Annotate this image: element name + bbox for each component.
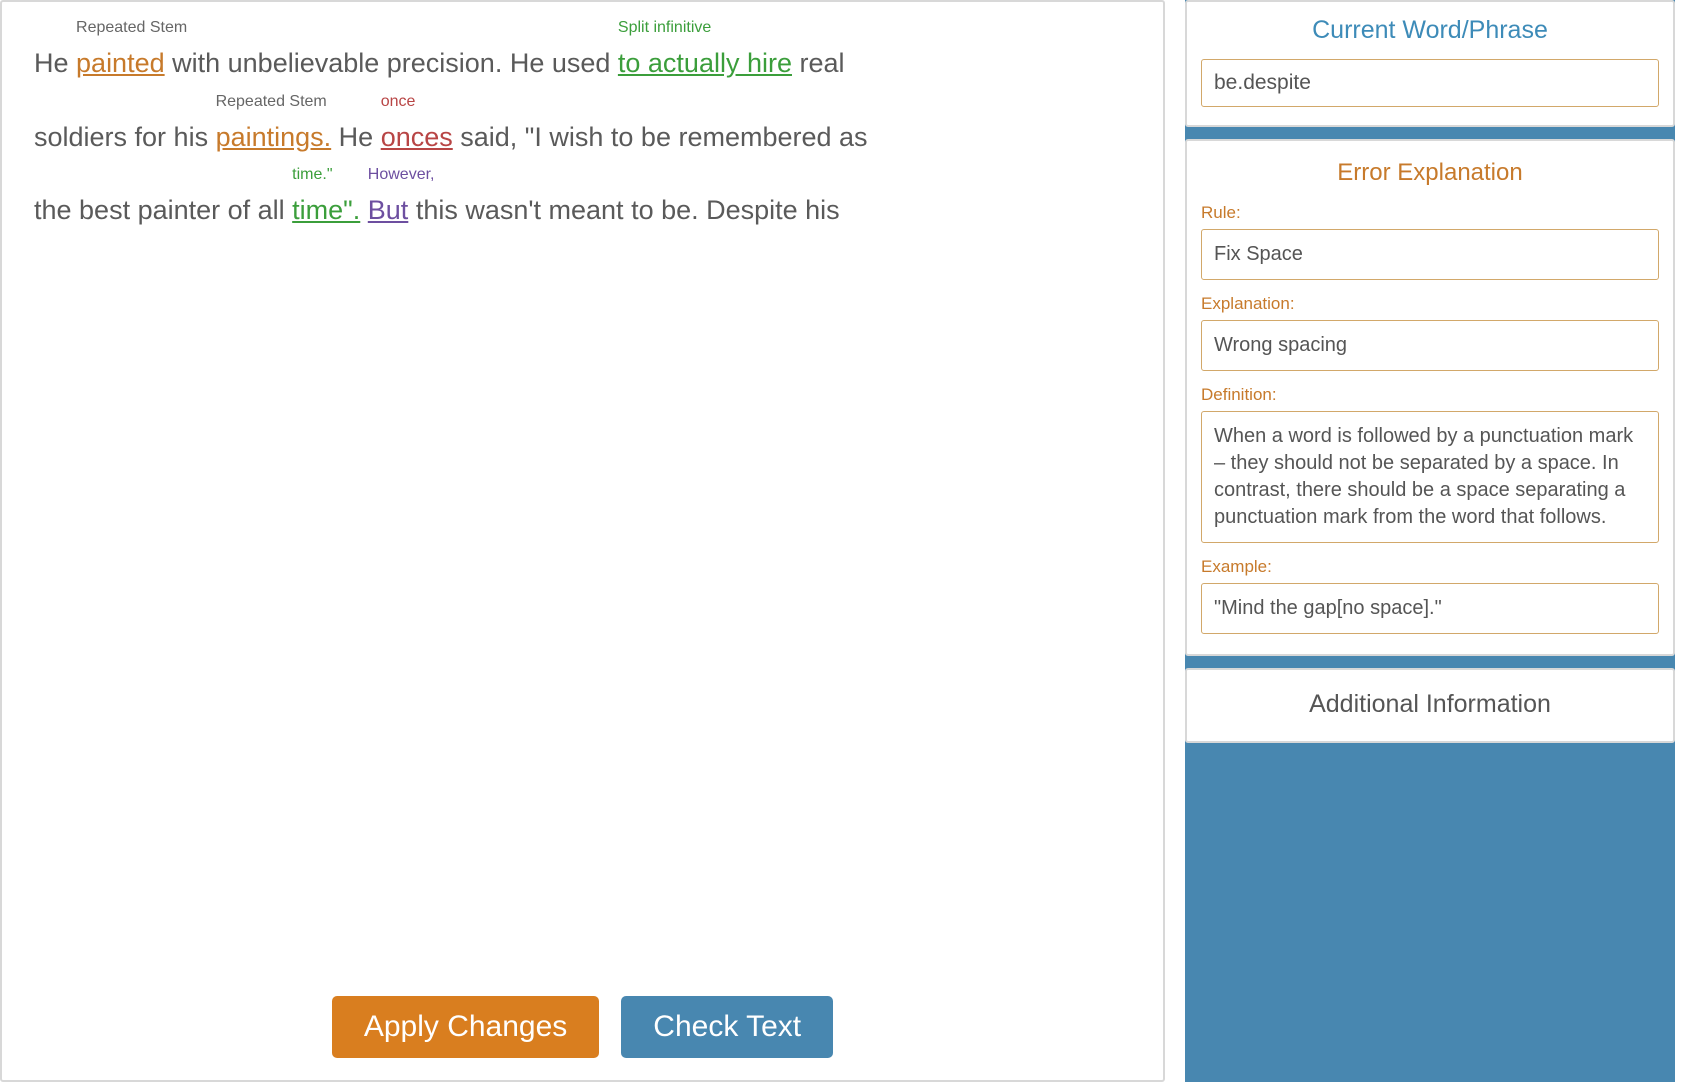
text-line-2: soldiers for his Repeated Stempaintings.… bbox=[34, 104, 1131, 172]
editor-text-area[interactable]: He Repeated Stempainted with unbelievabl… bbox=[34, 30, 1131, 996]
sidebar: Current Word/Phrase Error Explanation Ru… bbox=[1185, 0, 1675, 1082]
current-word-panel: Current Word/Phrase bbox=[1185, 0, 1675, 127]
word-text: But bbox=[368, 195, 409, 225]
additional-info-title: Additional Information bbox=[1201, 690, 1659, 719]
text-line-3: the best painter of all time."time". How… bbox=[34, 177, 1131, 245]
explanation-label: Explanation: bbox=[1201, 294, 1659, 314]
marked-word-split-infinitive[interactable]: Split infinitiveto actually hire bbox=[618, 30, 792, 98]
definition-value: When a word is followed by a punctuation… bbox=[1201, 411, 1659, 543]
annotation-repeated-stem: Repeated Stem bbox=[76, 8, 187, 48]
text-segment: soldiers for his bbox=[34, 122, 216, 152]
apply-changes-button[interactable]: Apply Changes bbox=[332, 996, 599, 1058]
word-text: to actually hire bbox=[618, 48, 792, 78]
error-explanation-title: Error Explanation bbox=[1201, 159, 1659, 187]
editor-button-row: Apply Changes Check Text bbox=[34, 996, 1131, 1058]
current-word-input[interactable] bbox=[1201, 59, 1659, 107]
text-line-1: He Repeated Stempainted with unbelievabl… bbox=[34, 30, 1131, 98]
current-word-title: Current Word/Phrase bbox=[1201, 16, 1659, 45]
rule-label: Rule: bbox=[1201, 203, 1659, 223]
annotation-however: However, bbox=[368, 155, 435, 195]
text-segment: this wasn't meant to be. Despite his bbox=[408, 195, 839, 225]
marked-word-time[interactable]: time."time". bbox=[292, 177, 360, 245]
marked-word-painted[interactable]: Repeated Stempainted bbox=[76, 30, 165, 98]
text-segment: real bbox=[792, 48, 845, 78]
word-text: onces bbox=[381, 122, 453, 152]
rule-value: Fix Space bbox=[1201, 229, 1659, 280]
word-text: paintings. bbox=[216, 122, 332, 152]
word-text: time". bbox=[292, 195, 360, 225]
annotation-repeated-stem: Repeated Stem bbox=[216, 82, 327, 122]
text-segment: with unbelievable precision. He used bbox=[165, 48, 618, 78]
additional-info-panel[interactable]: Additional Information bbox=[1185, 668, 1675, 743]
text-segment: He bbox=[331, 122, 381, 152]
error-explanation-panel: Error Explanation Rule: Fix Space Explan… bbox=[1185, 139, 1675, 656]
marked-word-but[interactable]: However,But bbox=[368, 177, 409, 245]
explanation-value: Wrong spacing bbox=[1201, 320, 1659, 371]
example-label: Example: bbox=[1201, 557, 1659, 577]
annotation-once: once bbox=[381, 82, 416, 122]
text-segment: He bbox=[34, 48, 76, 78]
word-text: painted bbox=[76, 48, 165, 78]
annotation-split-infinitive: Split infinitive bbox=[618, 8, 711, 48]
text-segment: said, "I wish to be remembered as bbox=[453, 122, 868, 152]
editor-panel: He Repeated Stempainted with unbelievabl… bbox=[0, 0, 1165, 1082]
definition-label: Definition: bbox=[1201, 385, 1659, 405]
check-text-button[interactable]: Check Text bbox=[621, 996, 833, 1058]
annotation-time: time." bbox=[292, 155, 332, 195]
text-segment: the best painter of all bbox=[34, 195, 292, 225]
text-segment bbox=[360, 195, 368, 225]
example-value: "Mind the gap[no space]." bbox=[1201, 583, 1659, 634]
